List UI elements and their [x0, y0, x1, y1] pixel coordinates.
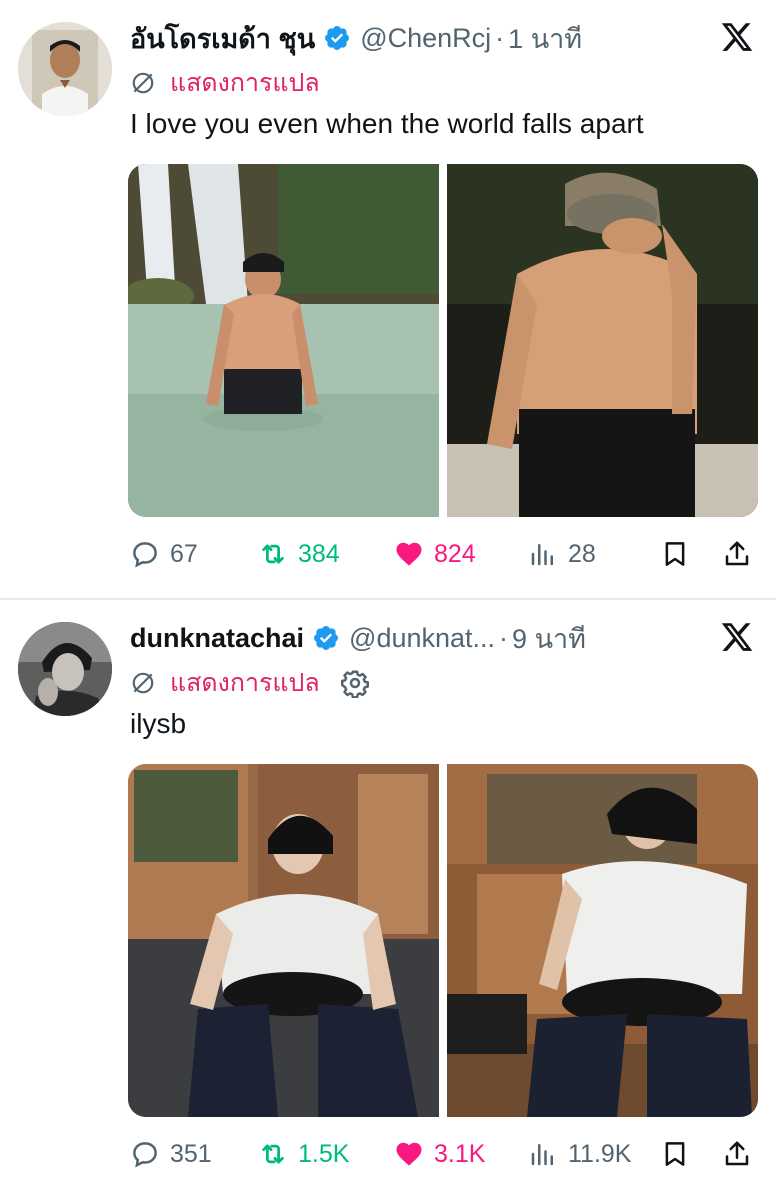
retweet-icon — [262, 544, 284, 564]
translate-icon — [132, 72, 154, 94]
views-count: 28 — [568, 539, 596, 568]
reply-count: 67 — [170, 539, 198, 568]
avatar[interactable] — [18, 622, 112, 716]
bookmark-icon — [665, 1142, 685, 1166]
separator-dot: · — [495, 22, 505, 53]
views-icon — [531, 1144, 553, 1166]
media-grid — [128, 764, 758, 1117]
like-icon — [396, 542, 422, 566]
bookmark-icon — [665, 542, 685, 566]
share-icon — [725, 1141, 749, 1166]
timestamp[interactable]: 1 นาที — [508, 17, 582, 60]
tweet-card[interactable]: dunknatachai @dunknat... · 9 นาที แสดงกา… — [0, 600, 776, 1200]
like-icon — [396, 1142, 422, 1166]
like-button[interactable]: 824 — [394, 532, 476, 576]
translate-icon — [132, 672, 154, 694]
views-count: 11.9K — [568, 1139, 632, 1168]
bookmark-button[interactable] — [660, 1132, 690, 1176]
photo-seated-side[interactable] — [447, 764, 758, 1117]
share-icon — [725, 541, 749, 566]
action-bar: 351 1.5K 3.1K 11.9K — [130, 1132, 756, 1176]
show-translation-link[interactable]: แสดงการแปล — [170, 663, 320, 703]
reply-count: 351 — [170, 1139, 212, 1168]
action-bar: 67 384 824 28 — [130, 532, 756, 576]
bookmark-button[interactable] — [660, 532, 690, 576]
reply-icon — [133, 542, 157, 568]
like-button[interactable]: 3.1K — [394, 1132, 485, 1176]
views-button[interactable]: 11.9K — [528, 1132, 631, 1176]
verified-badge-icon — [325, 26, 350, 50]
gear-icon[interactable] — [340, 668, 370, 698]
views-icon — [531, 544, 553, 566]
display-name[interactable]: อันโดรเมด้า ชุน — [130, 17, 315, 60]
retweet-button[interactable]: 1.5K — [258, 1132, 349, 1176]
translate-row: แสดงการแปล — [130, 66, 320, 100]
tweet-text: ilysb — [130, 708, 187, 739]
translate-row: แสดงการแปล — [130, 666, 370, 700]
reply-button[interactable]: 67 — [130, 532, 198, 576]
retweet-icon — [262, 1144, 284, 1164]
handle[interactable]: @dunknat... — [349, 623, 495, 654]
photo-waterfall[interactable] — [128, 164, 439, 517]
show-translation-link[interactable]: แสดงการแปล — [170, 63, 320, 103]
reply-icon — [133, 1142, 157, 1168]
tweet-header: อันโดรเมด้า ชุน @ChenRcj · 1 นาที — [130, 16, 582, 60]
share-button[interactable] — [722, 532, 752, 576]
x-logo-icon[interactable] — [720, 620, 754, 654]
reply-button[interactable]: 351 — [130, 1132, 212, 1176]
tweet-header: dunknatachai @dunknat... · 9 นาที — [130, 616, 586, 660]
views-button[interactable]: 28 — [528, 532, 596, 576]
separator-dot: · — [499, 622, 509, 653]
share-button[interactable] — [722, 1132, 752, 1176]
verified-badge-icon — [314, 626, 339, 650]
avatar[interactable] — [18, 22, 112, 116]
x-logo-icon[interactable] — [720, 20, 754, 54]
retweet-count: 384 — [298, 539, 340, 568]
like-count: 824 — [434, 539, 476, 568]
retweet-button[interactable]: 384 — [258, 532, 340, 576]
tweet-card[interactable]: อันโดรเมด้า ชุน @ChenRcj · 1 นาที แสดงกา… — [0, 0, 776, 598]
like-count: 3.1K — [434, 1139, 486, 1168]
display-name[interactable]: dunknatachai — [130, 623, 304, 654]
handle[interactable]: @ChenRcj — [360, 23, 491, 54]
photo-seated-front[interactable] — [128, 764, 439, 1117]
timestamp[interactable]: 9 นาที — [512, 617, 586, 660]
tweet-text: I love you even when the world falls apa… — [130, 108, 644, 139]
photo-cap-pose[interactable] — [447, 164, 758, 517]
retweet-count: 1.5K — [298, 1139, 350, 1168]
media-grid — [128, 164, 758, 517]
